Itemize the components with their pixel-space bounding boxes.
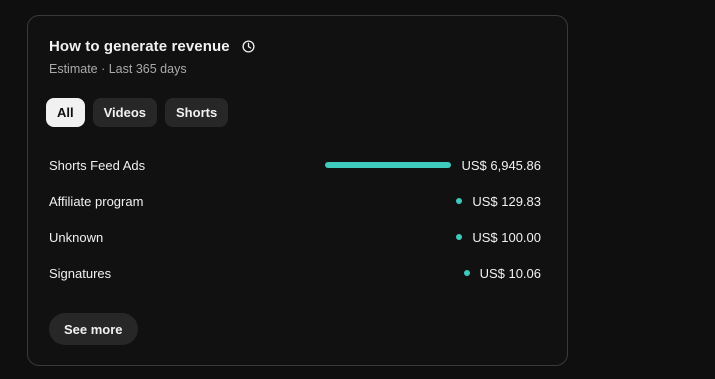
revenue-card: How to generate revenue Estimate · Last … bbox=[27, 15, 568, 366]
see-more-button[interactable]: See more bbox=[49, 313, 138, 345]
revenue-bar bbox=[463, 270, 470, 276]
revenue-value: US$ 6,945.86 bbox=[461, 157, 541, 173]
revenue-bar bbox=[325, 162, 452, 168]
revenue-bar bbox=[456, 198, 463, 204]
list-item: Signatures US$ 10.06 bbox=[49, 255, 541, 291]
chip-all[interactable]: All bbox=[46, 98, 85, 127]
list-item: Affiliate program US$ 129.83 bbox=[49, 183, 541, 219]
list-item: Unknown US$ 100.00 bbox=[49, 219, 541, 255]
revenue-source-label: Affiliate program bbox=[49, 193, 144, 209]
revenue-value: US$ 129.83 bbox=[472, 193, 541, 209]
card-title: How to generate revenue bbox=[49, 38, 230, 55]
revenue-source-label: Shorts Feed Ads bbox=[49, 157, 146, 173]
list-item: Shorts Feed Ads US$ 6,945.86 bbox=[49, 147, 541, 183]
revenue-bar bbox=[456, 234, 463, 240]
revenue-source-label: Unknown bbox=[49, 229, 104, 245]
revenue-value: US$ 100.00 bbox=[472, 229, 541, 245]
revenue-value: US$ 10.06 bbox=[479, 265, 541, 281]
chip-shorts[interactable]: Shorts bbox=[165, 98, 229, 127]
revenue-source-label: Signatures bbox=[49, 265, 112, 281]
chip-videos[interactable]: Videos bbox=[92, 98, 158, 127]
card-header: How to generate revenue bbox=[49, 38, 255, 55]
card-subtitle: Estimate · Last 365 days bbox=[49, 62, 187, 76]
revenue-list: Shorts Feed Ads US$ 6,945.86 Affiliate p… bbox=[49, 147, 541, 291]
filter-chips: All Videos Shorts bbox=[46, 98, 229, 127]
clock-icon[interactable] bbox=[242, 40, 255, 53]
